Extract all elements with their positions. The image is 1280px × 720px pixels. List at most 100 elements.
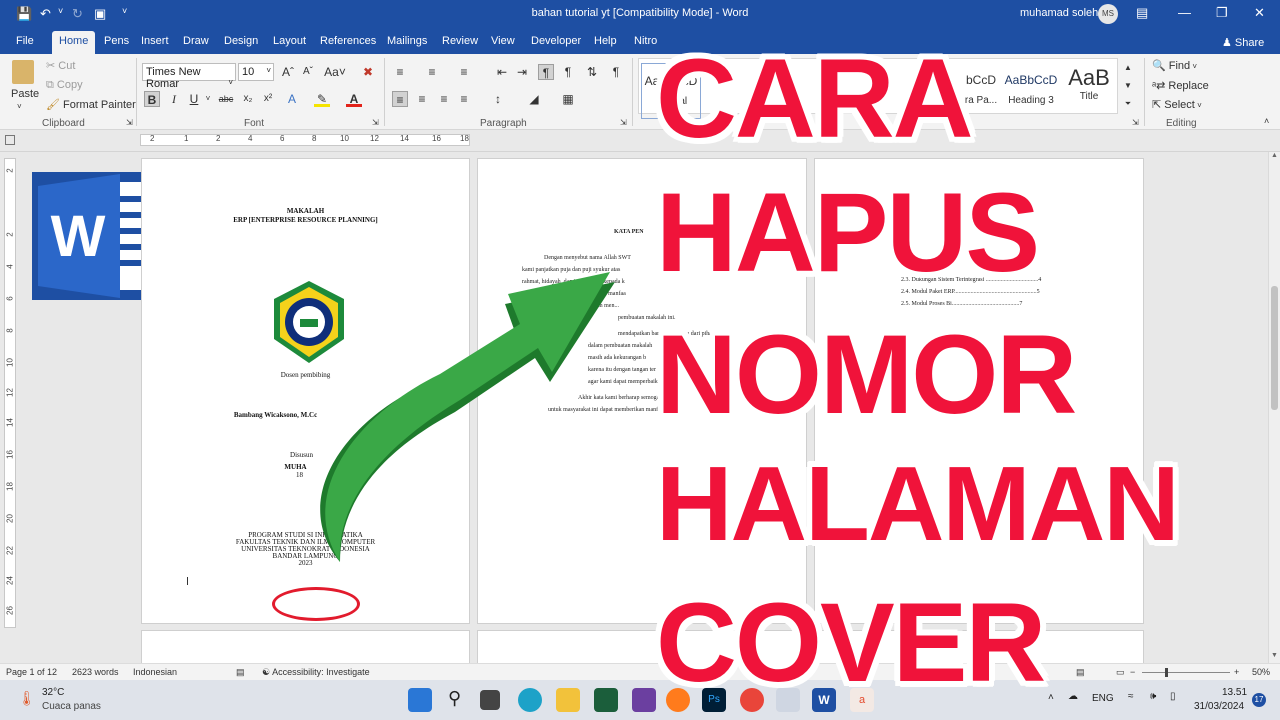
- clock-date[interactable]: 31/03/2024: [1194, 701, 1244, 712]
- chevron-down-icon: ˅: [228, 78, 233, 87]
- ruler-tick: 4: [248, 134, 253, 143]
- ruler-bar: [140, 134, 470, 146]
- tab-draw[interactable]: Draw: [183, 35, 209, 47]
- tab-help[interactable]: Help: [594, 35, 617, 47]
- superscript-icon[interactable]: x²: [260, 91, 276, 107]
- shrink-font-icon[interactable]: Aˇ: [300, 64, 316, 80]
- app-icon[interactable]: [594, 688, 618, 712]
- tab-review[interactable]: Review: [442, 35, 478, 47]
- sort-icon[interactable]: ⇅: [584, 64, 600, 80]
- font-launcher-icon[interactable]: ⇲: [372, 118, 379, 127]
- ruler-tick: 8: [312, 134, 317, 143]
- tab-file[interactable]: File: [16, 35, 34, 47]
- copy-button[interactable]: ⧉ Copy: [46, 79, 83, 92]
- show-formatting-icon[interactable]: ¶: [608, 64, 624, 80]
- vertical-ruler[interactable]: 2 2 4 6 8 10 12 14 16 18 20 22 24 26: [0, 152, 20, 663]
- tab-layout[interactable]: Layout: [273, 35, 306, 47]
- font-size-combo[interactable]: 10 ˅: [238, 63, 274, 81]
- highlight-icon[interactable]: ✎: [314, 91, 330, 107]
- increase-indent-icon[interactable]: ⇥: [514, 64, 530, 80]
- align-right-icon[interactable]: ≡: [436, 91, 452, 107]
- tab-developer[interactable]: Developer: [531, 35, 581, 47]
- chevron-down-icon: ˅: [266, 66, 271, 75]
- align-center-icon[interactable]: ≡: [414, 91, 430, 107]
- grow-font-icon[interactable]: Aˆ: [280, 64, 296, 80]
- paragraph-group-label: Paragraph: [480, 118, 527, 129]
- overlay-line-cara: CARA: [656, 36, 974, 161]
- borders-icon[interactable]: ▦: [560, 91, 576, 107]
- cover-subtitle: ERP [ENTERPRISE RESOURCE PLANNING]: [233, 216, 378, 224]
- ruler-tick: 16: [432, 134, 441, 143]
- weather-icon[interactable]: 🌡: [18, 690, 36, 707]
- tab-references[interactable]: References: [320, 35, 376, 47]
- tab-view[interactable]: View: [491, 35, 515, 47]
- ruler-tick: 24: [5, 576, 15, 585]
- start-icon[interactable]: [408, 688, 432, 712]
- underline-dropdown-icon[interactable]: ˅: [200, 91, 216, 107]
- ruler-tick: 18: [460, 134, 469, 143]
- ruler-tick: 14: [400, 134, 409, 143]
- font-name-combo[interactable]: Times New Romar ˅: [142, 63, 236, 90]
- multilevel-list-icon[interactable]: ≡: [456, 64, 472, 80]
- tab-home[interactable]: Home: [52, 31, 96, 54]
- ribbon-display-options-icon[interactable]: ▤: [1136, 5, 1148, 21]
- ltr-icon[interactable]: ¶: [538, 64, 554, 80]
- page2-heading: KATA PEN: [614, 229, 644, 235]
- close-icon[interactable]: ✕: [1254, 5, 1265, 21]
- tab-design[interactable]: Design: [224, 35, 258, 47]
- edge-icon[interactable]: [518, 688, 542, 712]
- file-explorer-icon[interactable]: [556, 688, 580, 712]
- ruler-tick: 2: [5, 232, 15, 237]
- overlay-line-hapus: HAPUS: [656, 170, 1040, 295]
- shading-icon[interactable]: ◢: [526, 91, 542, 107]
- rtl-icon[interactable]: ¶: [560, 64, 576, 80]
- clear-formatting-icon[interactable]: ✖: [360, 64, 376, 80]
- decrease-indent-icon[interactable]: ⇤: [494, 64, 510, 80]
- text-effects-icon[interactable]: A: [284, 91, 300, 107]
- format-painter-button[interactable]: 🖌 Format Painter: [46, 98, 136, 111]
- justify-icon[interactable]: ≡: [456, 91, 472, 107]
- language-indicator[interactable]: Indonesian: [133, 667, 177, 677]
- brush-icon: 🖌: [46, 99, 64, 111]
- paragraph-launcher-icon[interactable]: ⇲: [620, 118, 627, 127]
- clipboard-launcher-icon[interactable]: ⇲: [126, 118, 133, 127]
- word-count[interactable]: 2623 words: [72, 667, 119, 677]
- page-4[interactable]: [141, 630, 470, 663]
- align-left-icon[interactable]: ≡: [392, 91, 408, 107]
- change-case-icon[interactable]: Aa˅: [324, 64, 346, 80]
- bold-icon[interactable]: B: [144, 91, 160, 107]
- cut-button[interactable]: ✂ Cut: [46, 59, 75, 72]
- ruler-tick: 6: [5, 296, 15, 301]
- weather-desc[interactable]: Cuaca panas: [42, 701, 101, 712]
- ruler-tick: 20: [5, 514, 15, 523]
- task-view-icon[interactable]: [480, 690, 500, 710]
- minimize-icon[interactable]: —: [1178, 5, 1191, 20]
- maximize-icon[interactable]: ❐: [1216, 5, 1228, 21]
- green-arrow-icon: [320, 272, 615, 562]
- macro-record-icon[interactable]: ▤: [236, 667, 245, 678]
- page-count[interactable]: Page 1 of 12: [6, 667, 57, 677]
- page-number-highlight-circle: [272, 587, 360, 621]
- tab-insert[interactable]: Insert: [141, 35, 169, 47]
- strikethrough-icon[interactable]: abc: [218, 91, 234, 107]
- accessibility-button[interactable]: ☯ Accessibility: Investigate: [262, 667, 370, 678]
- subscript-icon[interactable]: x₂: [240, 91, 256, 107]
- tab-selector-icon[interactable]: [5, 135, 15, 145]
- user-name[interactable]: muhamad soleh: [1020, 7, 1098, 19]
- line-spacing-icon[interactable]: ↕: [490, 91, 506, 107]
- tab-mailings[interactable]: Mailings: [387, 35, 427, 47]
- svg-text:W: W: [51, 204, 106, 269]
- weather-temp[interactable]: 32°C: [42, 687, 64, 698]
- ruler-tick: 10: [5, 358, 15, 367]
- ruler-tick: 4: [5, 264, 15, 269]
- ruler-tick: 12: [5, 388, 15, 397]
- numbering-icon[interactable]: ≡: [424, 64, 440, 80]
- italic-icon[interactable]: I: [166, 91, 182, 107]
- tab-pens[interactable]: Pens: [104, 35, 129, 47]
- font-color-icon[interactable]: A: [346, 91, 362, 107]
- bullets-icon[interactable]: ≡: [392, 64, 408, 80]
- overlay-line-cover: COVER: [656, 580, 1046, 705]
- search-icon[interactable]: ⚲: [448, 688, 461, 709]
- overlay-line-halaman: HALAMAN: [656, 445, 1180, 563]
- ruler-tick: 2: [5, 168, 15, 173]
